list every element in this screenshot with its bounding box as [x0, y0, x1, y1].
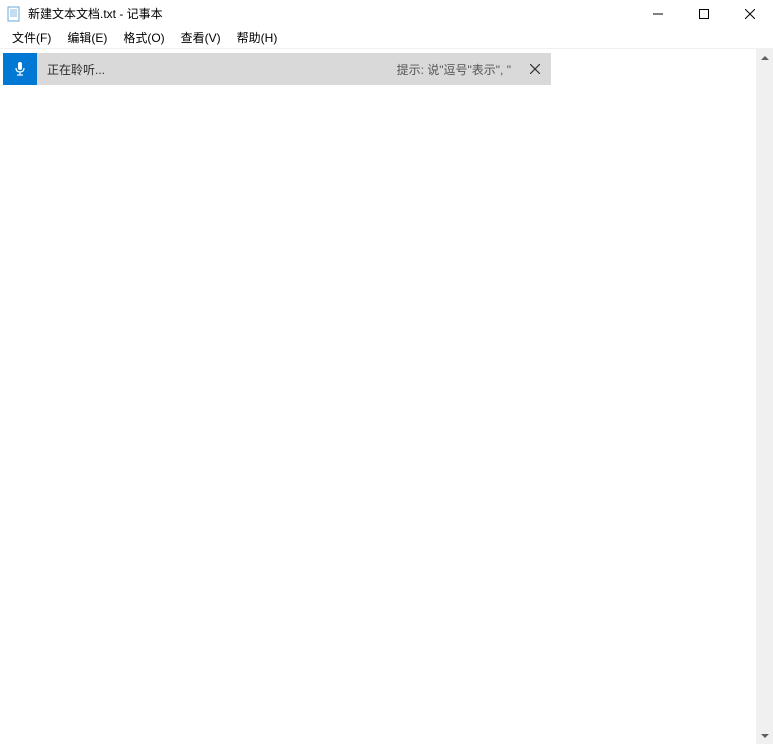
maximize-button[interactable]	[681, 0, 727, 27]
dictation-close-button[interactable]	[519, 53, 551, 85]
close-button[interactable]	[727, 0, 773, 27]
vertical-scrollbar[interactable]	[756, 49, 773, 744]
minimize-button[interactable]	[635, 0, 681, 27]
menu-file[interactable]: 文件(F)	[4, 27, 59, 48]
notepad-icon	[6, 6, 22, 22]
menu-edit[interactable]: 编辑(E)	[59, 27, 115, 48]
content-area: 正在聆听... 提示: 说"逗号"表示", "	[0, 49, 773, 744]
microphone-button[interactable]	[3, 53, 37, 85]
scrollbar-up-arrow[interactable]	[756, 49, 773, 66]
menubar: 文件(F) 编辑(E) 格式(O) 查看(V) 帮助(H)	[0, 27, 773, 49]
dictation-hint-text: 提示: 说"逗号"表示", "	[397, 61, 519, 78]
window-controls	[635, 0, 773, 27]
menu-view[interactable]: 查看(V)	[173, 27, 229, 48]
menu-help[interactable]: 帮助(H)	[229, 27, 286, 48]
titlebar: 新建文本文档.txt - 记事本	[0, 0, 773, 27]
dictation-bar: 正在聆听... 提示: 说"逗号"表示", "	[3, 53, 551, 85]
menu-format[interactable]: 格式(O)	[115, 27, 172, 48]
window-title: 新建文本文档.txt - 记事本	[28, 5, 163, 22]
dictation-status-text: 正在聆听...	[37, 61, 397, 78]
text-editor[interactable]: 正在聆听... 提示: 说"逗号"表示", "	[0, 49, 756, 744]
scrollbar-down-arrow[interactable]	[756, 727, 773, 744]
